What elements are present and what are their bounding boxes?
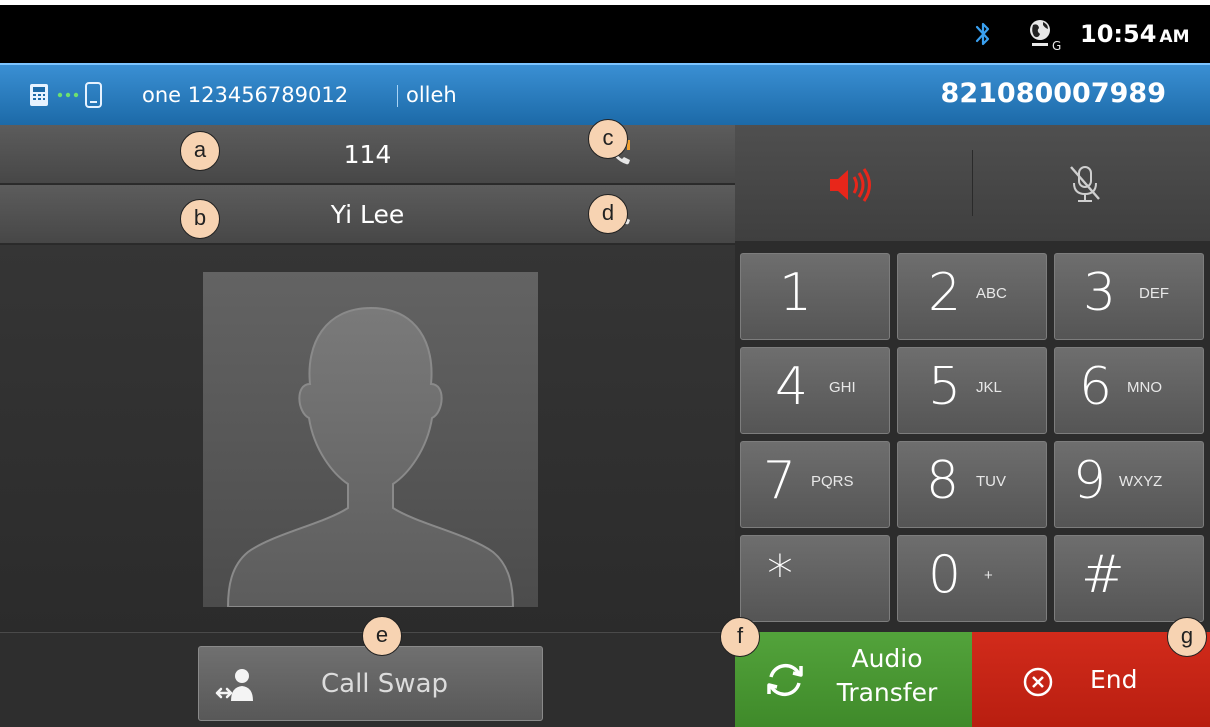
key-hash[interactable]: # (1054, 535, 1204, 622)
close-circle-icon (1023, 667, 1053, 697)
marker-c: c (588, 119, 628, 159)
bluetooth-icon (975, 22, 990, 46)
marker-b: b (180, 199, 220, 239)
key-6[interactable]: 6 MNO (1054, 347, 1204, 434)
dialer-panel: 1 2 ABC 3 DEF 4 GHI 5 JKL 6 MNO 7 PQRS 8 TUV 9W… (735, 125, 1210, 727)
mute-button[interactable] (973, 125, 1210, 241)
mute-microphone-icon (1070, 166, 1100, 202)
marker-g: g (1167, 617, 1207, 657)
end-call-label: End (1090, 665, 1138, 694)
key-4[interactable]: 4 GHI (740, 347, 890, 434)
contact-photo-area (0, 245, 735, 631)
clock: 10:54 AM (1080, 20, 1190, 48)
call-swap-label: Call Swap (321, 669, 449, 699)
default-contact-silhouette-icon (226, 306, 515, 607)
marker-f: f (720, 617, 760, 657)
key-9[interactable]: 9 WXYZ (1054, 441, 1204, 528)
audio-transfer-button[interactable]: Audio Transfer (735, 632, 972, 727)
audio-controls (735, 125, 1210, 241)
key-star[interactable]: * (740, 535, 890, 622)
connection-info-bar: one 123456789012 olleh 821080007989 (0, 63, 1210, 125)
in-call-screen: G 10:54 AM one 123456789012 olleh 8210800… (0, 5, 1210, 727)
avatar (203, 272, 538, 607)
key-0[interactable]: 0 + (897, 535, 1047, 622)
globe-network-icon: G (1030, 20, 1061, 51)
key-5[interactable]: 5 JKL (897, 347, 1047, 434)
audio-transfer-label: Audio Transfer (836, 644, 938, 707)
carrier-name: olleh (406, 83, 457, 107)
marker-d: d (588, 194, 628, 234)
swap-contact-icon (215, 669, 253, 701)
marker-e: e (362, 616, 402, 656)
speaker-icon (830, 168, 871, 202)
marker-a: a (180, 131, 220, 171)
key-7[interactable]: 7 PQRS (740, 441, 890, 528)
divider (397, 85, 398, 107)
key-1[interactable]: 1 (740, 253, 890, 340)
transfer-arrows-icon (767, 663, 803, 697)
status-bar: G 10:54 AM (0, 5, 1210, 63)
call-swap-button[interactable]: Call Swap (198, 646, 543, 721)
key-8[interactable]: 8 TUV (897, 441, 1047, 528)
svg-text:G: G (1052, 39, 1061, 51)
key-3[interactable]: 3 DEF (1054, 253, 1204, 340)
phone-link-icon (30, 82, 102, 108)
key-2[interactable]: 2 ABC (897, 253, 1047, 340)
device-name: one 123456789012 (142, 83, 349, 107)
own-phone-number: 821080007989 (940, 78, 1166, 109)
speaker-button[interactable] (735, 125, 972, 241)
